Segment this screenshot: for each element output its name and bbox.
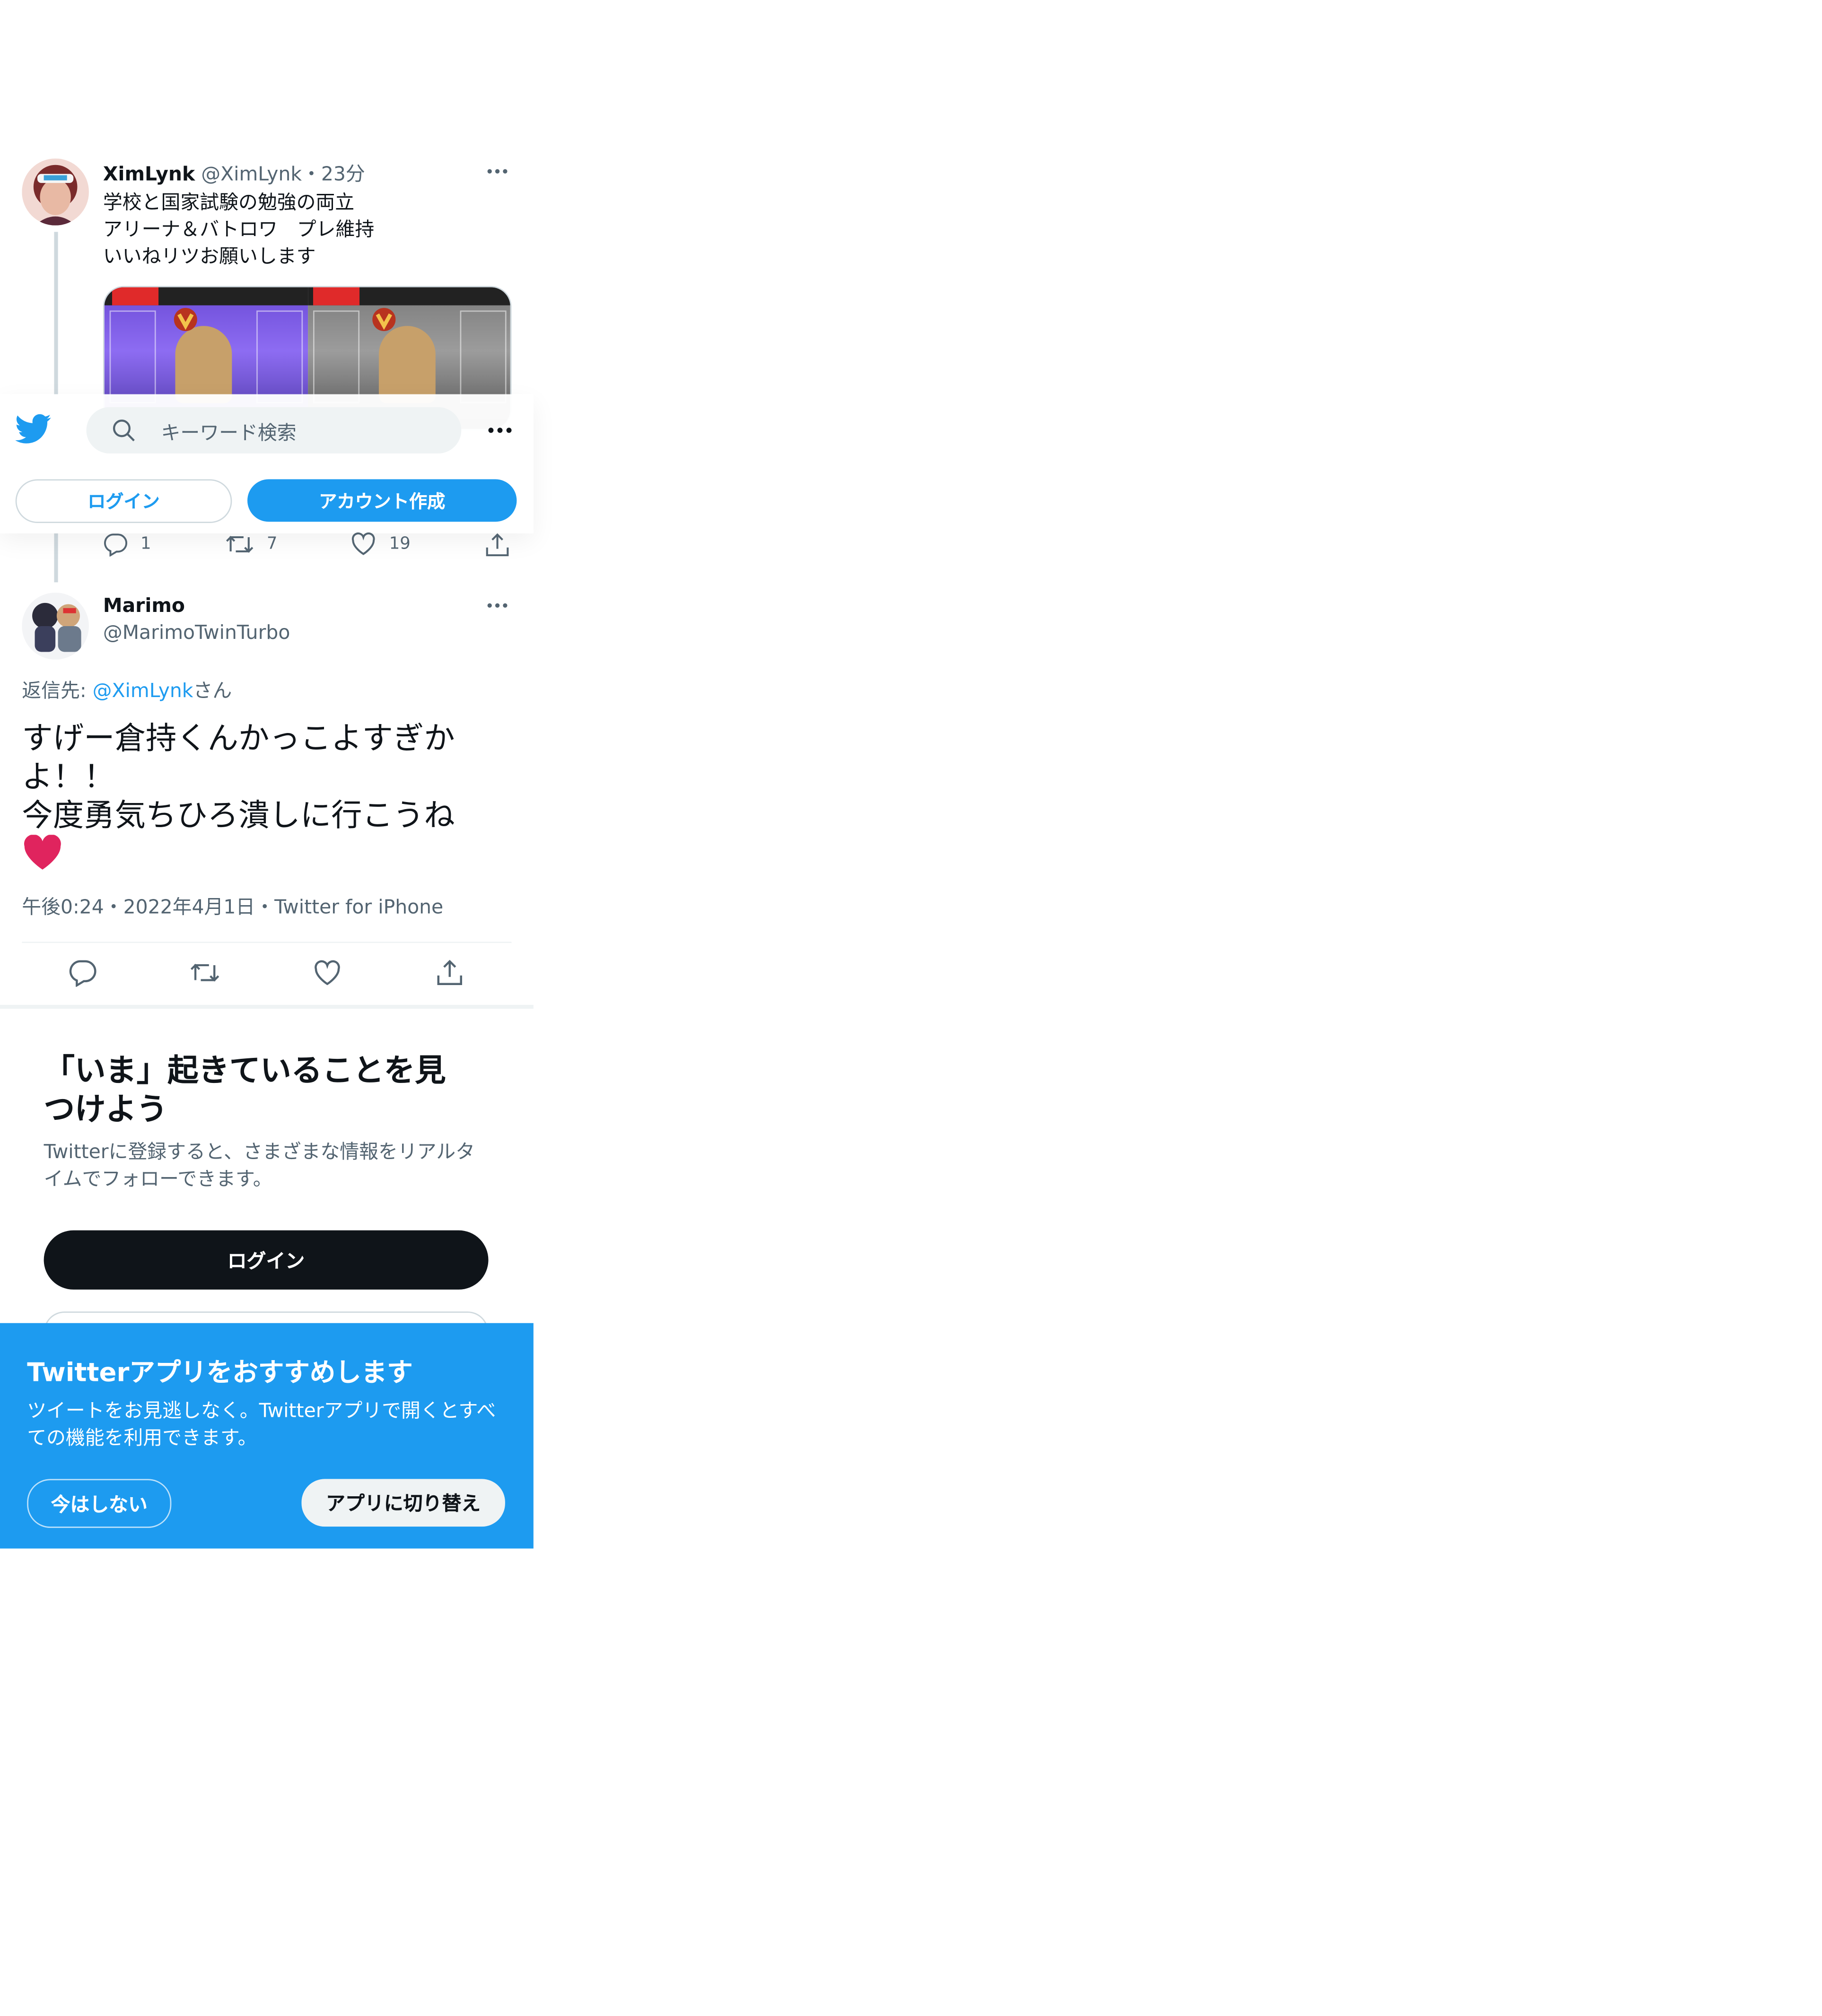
tweet-line: いいねリツお願いします bbox=[103, 244, 316, 268]
search-bar[interactable]: キーワード検索 bbox=[86, 407, 462, 454]
divider bbox=[22, 942, 512, 943]
not-now-button[interactable]: 今はしない bbox=[27, 1479, 172, 1528]
reply-meta[interactable]: 午後0:24・2022年4月1日・Twitter for iPhone bbox=[22, 893, 443, 920]
share-icon[interactable] bbox=[484, 532, 510, 563]
reply-icon bbox=[104, 533, 127, 557]
login-button[interactable]: ログイン bbox=[15, 479, 232, 524]
like-icon[interactable] bbox=[313, 960, 342, 992]
retweet-icon bbox=[226, 536, 254, 553]
app-banner-title: Twitterアプリをおすすめします bbox=[27, 1356, 413, 1388]
like-icon bbox=[351, 532, 375, 555]
signup-card-login-button[interactable]: ログイン bbox=[44, 1230, 489, 1290]
more-icon[interactable] bbox=[486, 594, 509, 622]
search-placeholder[interactable]: キーワード検索 bbox=[161, 419, 297, 445]
section-divider bbox=[0, 1004, 534, 1009]
retweet-icon[interactable] bbox=[189, 960, 220, 991]
retweet-count: 7 bbox=[266, 534, 278, 554]
signup-button[interactable]: アカウント作成 bbox=[247, 479, 517, 522]
reply-to-prefix: 返信先: bbox=[22, 679, 93, 702]
like-count: 19 bbox=[389, 534, 411, 554]
like-action[interactable]: 19 bbox=[350, 532, 411, 557]
author-handle[interactable]: @XimLynk bbox=[201, 162, 302, 185]
twitter-bird-icon[interactable] bbox=[15, 413, 52, 449]
tweet-line: アリーナ＆バトロワ プレ維持 bbox=[103, 218, 375, 241]
avatar-ximlynk[interactable] bbox=[22, 158, 89, 226]
time-separator: ・ bbox=[302, 162, 321, 186]
signup-title: 「いま」起きていることを見 つけよう bbox=[44, 1051, 508, 1128]
search-icon bbox=[112, 419, 135, 447]
tweet-line: 学校と国家試験の勉強の両立 bbox=[103, 191, 355, 214]
author-name[interactable]: XimLynk bbox=[103, 162, 195, 185]
reply-to-handle[interactable]: @XimLynk bbox=[93, 679, 193, 702]
signup-subtitle-line: イムでフォローできます。 bbox=[44, 1167, 272, 1191]
heart-emoji bbox=[22, 834, 511, 873]
thread-line bbox=[54, 232, 58, 394]
signup-subtitle-line: Twitterに登録すると、さまざまな情報をリアルタ bbox=[44, 1140, 475, 1163]
more-icon[interactable] bbox=[486, 160, 509, 188]
tweet-text: 学校と国家試験の勉強の両立 アリーナ＆バトロワ プレ維持 いいねリツお願いします bbox=[103, 189, 374, 271]
reply-line: よ！！ bbox=[22, 759, 115, 795]
reply-text: すげー倉持くんかっこよすぎか よ！！ 今度勇気ちひろ潰しに行こうね bbox=[22, 719, 511, 873]
app-banner: Twitterアプリをおすすめします ツイートをお見逃しなく。Twitterアプ… bbox=[0, 1323, 534, 1549]
reply-line: すげー倉持くんかっこよすぎか bbox=[22, 720, 455, 757]
reply-action[interactable]: 1 bbox=[103, 532, 151, 557]
avatar-marimo[interactable] bbox=[22, 593, 89, 660]
tweet-header: XimLynk @XimLynk・23分 bbox=[103, 160, 365, 187]
reply-to: 返信先: @XimLynkさん bbox=[22, 676, 232, 703]
reply-icon[interactable] bbox=[68, 959, 96, 992]
reply-count: 1 bbox=[140, 534, 151, 554]
app-banner-line: ツイートをお見逃しなく。Twitterアプリで開くとすべ bbox=[27, 1399, 496, 1423]
thread-line-lower bbox=[54, 533, 58, 583]
reply-author-handle[interactable]: @MarimoTwinTurbo bbox=[103, 621, 290, 644]
app-banner-text: ツイートをお見逃しなく。Twitterアプリで開くとすべ ての機能を利用できます… bbox=[27, 1398, 517, 1452]
retweet-action[interactable]: 7 bbox=[226, 532, 278, 557]
tweet-time[interactable]: 23分 bbox=[321, 162, 365, 185]
share-icon[interactable] bbox=[436, 959, 464, 992]
reply-author-name[interactable]: Marimo bbox=[103, 594, 185, 617]
app-banner-line: ての機能を利用できます。 bbox=[27, 1426, 257, 1449]
signup-subtitle: Twitterに登録すると、さまざまな情報をリアルタ イムでフォローできます。 bbox=[44, 1139, 508, 1193]
more-icon[interactable] bbox=[487, 419, 513, 447]
reply-to-suffix: さん bbox=[193, 679, 232, 702]
signup-title-line: 「いま」起きていることを見 bbox=[44, 1052, 446, 1089]
switch-to-app-button[interactable]: アプリに切り替え bbox=[301, 1479, 505, 1527]
signup-title-line: つけよう bbox=[44, 1091, 168, 1127]
reply-line: 今度勇気ちひろ潰しに行こうね bbox=[22, 797, 455, 834]
